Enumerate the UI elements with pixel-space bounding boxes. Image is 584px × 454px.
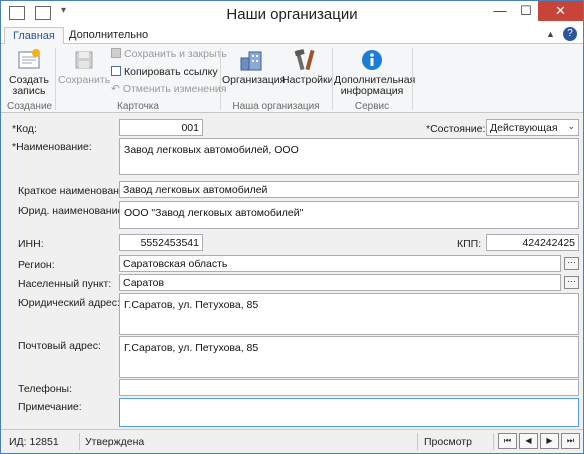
settings-label: Настройки <box>282 74 334 86</box>
group-label-card: Карточка <box>117 101 159 112</box>
first-record-button[interactable]: ⏮ <box>498 433 517 449</box>
save-close-label: Сохранить и закрыть <box>124 48 227 60</box>
undo-changes-button[interactable]: ↶ Отменить изменения <box>111 83 226 95</box>
status-separator <box>493 433 494 450</box>
code-label: *Код: <box>12 123 37 135</box>
save-and-close-button[interactable]: Сохранить и закрыть <box>111 48 227 60</box>
group-separator <box>332 48 333 110</box>
state-select[interactable]: Действующая ⌄ <box>486 119 579 136</box>
region-select-button[interactable]: ··· <box>564 257 579 270</box>
info-icon <box>362 50 382 70</box>
status-separator <box>79 433 80 450</box>
organization-icon <box>240 51 262 71</box>
save-close-icon <box>111 48 121 58</box>
organization-label: Организация <box>222 74 286 86</box>
status-separator <box>417 433 418 450</box>
region-field[interactable]: Саратовская область <box>119 255 561 272</box>
additional-info-button[interactable]: Дополнительная информация <box>334 48 415 97</box>
previous-record-button[interactable]: ◀ <box>519 433 538 449</box>
note-field[interactable] <box>119 398 579 427</box>
short-name-field[interactable]: Завод легковых автомобилей <box>119 181 579 198</box>
group-label-create: Создание <box>7 101 53 112</box>
group-label-service: Сервис <box>354 101 390 112</box>
code-field[interactable]: 001 <box>119 119 203 136</box>
status-bar: ИД: 12851 Утверждена Просмотр ⏮ ◀ ▶ ⏭ <box>1 429 583 453</box>
next-record-button[interactable]: ▶ <box>540 433 559 449</box>
ribbon-tabs: Главная Дополнительно ▲ ? <box>1 27 583 45</box>
inn-field[interactable]: 5552453541 <box>119 234 203 251</box>
postal-address-field[interactable]: Г.Саратов, ул. Петухова, 85 <box>119 336 579 378</box>
record-status: Утверждена <box>85 436 145 448</box>
inn-label: ИНН: <box>18 238 44 250</box>
short-name-label: Краткое наименование: <box>18 185 134 197</box>
maximize-button[interactable]: ☐ <box>513 1 539 21</box>
create-label-2: запись <box>12 85 46 97</box>
legal-name-label: Юрид. наименование: <box>18 205 127 217</box>
close-button[interactable]: ✕ <box>538 1 583 21</box>
locality-field[interactable]: Саратов <box>119 274 561 291</box>
group-separator <box>55 48 56 110</box>
minimize-button[interactable]: — <box>487 1 513 21</box>
settings-button[interactable]: Настройки <box>282 48 334 86</box>
tab-additional[interactable]: Дополнительно <box>61 27 156 44</box>
postal-address-label: Почтовый адрес: <box>18 340 101 352</box>
note-label: Примечание: <box>18 401 82 413</box>
phones-label: Телефоны: <box>18 383 73 395</box>
phones-field[interactable] <box>119 379 579 396</box>
last-record-button[interactable]: ⏭ <box>561 433 580 449</box>
undo-label: Отменить изменения <box>122 83 227 95</box>
group-separator <box>220 48 221 110</box>
name-field[interactable]: Завод легковых автомобилей, ООО <box>119 138 579 175</box>
locality-select-button[interactable]: ··· <box>564 276 579 289</box>
group-separator <box>412 48 413 110</box>
copy-link-button[interactable]: Копировать ссылку <box>111 66 218 78</box>
view-mode: Просмотр <box>424 436 472 448</box>
name-label: *Наименование: <box>12 141 92 153</box>
legal-address-label: Юридический адрес: <box>18 297 120 309</box>
state-value: Действующая <box>490 122 558 134</box>
help-icon[interactable]: ? <box>563 27 577 41</box>
copy-link-label: Копировать ссылку <box>124 66 218 78</box>
floppy-disk-icon <box>75 51 93 69</box>
state-label: *Состояние: <box>426 123 486 135</box>
application-window: ▾ Наши организации — ☐ ✕ Главная Дополни… <box>0 0 584 454</box>
chevron-down-icon: ⌄ <box>567 121 575 131</box>
region-label: Регион: <box>18 259 55 271</box>
undo-icon: ↶ <box>111 83 120 95</box>
info-label-2: информация <box>340 85 404 97</box>
title-bar: ▾ Наши организации — ☐ ✕ <box>1 1 583 27</box>
legal-address-field[interactable]: Г.Саратов, ул. Петухова, 85 <box>119 293 579 335</box>
create-record-icon <box>18 49 40 69</box>
legal-name-field[interactable]: ООО "Завод легковых автомобилей" <box>119 201 579 229</box>
create-record-button[interactable]: Создать запись <box>5 48 53 97</box>
ribbon: Создать запись Создание Сохранить Сохран… <box>1 44 583 113</box>
save-label: Сохранить <box>58 74 111 86</box>
record-id: ИД: 12851 <box>9 436 59 448</box>
collapse-ribbon-icon[interactable]: ▲ <box>546 29 555 39</box>
save-button[interactable]: Сохранить <box>58 48 110 86</box>
tab-home[interactable]: Главная <box>4 27 64 45</box>
group-label-our-organization: Наша организация <box>232 101 320 112</box>
organization-button[interactable]: Организация <box>222 48 286 86</box>
link-icon <box>111 66 121 76</box>
locality-label: Населенный пункт: <box>18 278 112 290</box>
tools-icon <box>294 49 315 71</box>
kpp-label: КПП: <box>457 238 482 250</box>
kpp-field[interactable]: 424242425 <box>486 234 579 251</box>
